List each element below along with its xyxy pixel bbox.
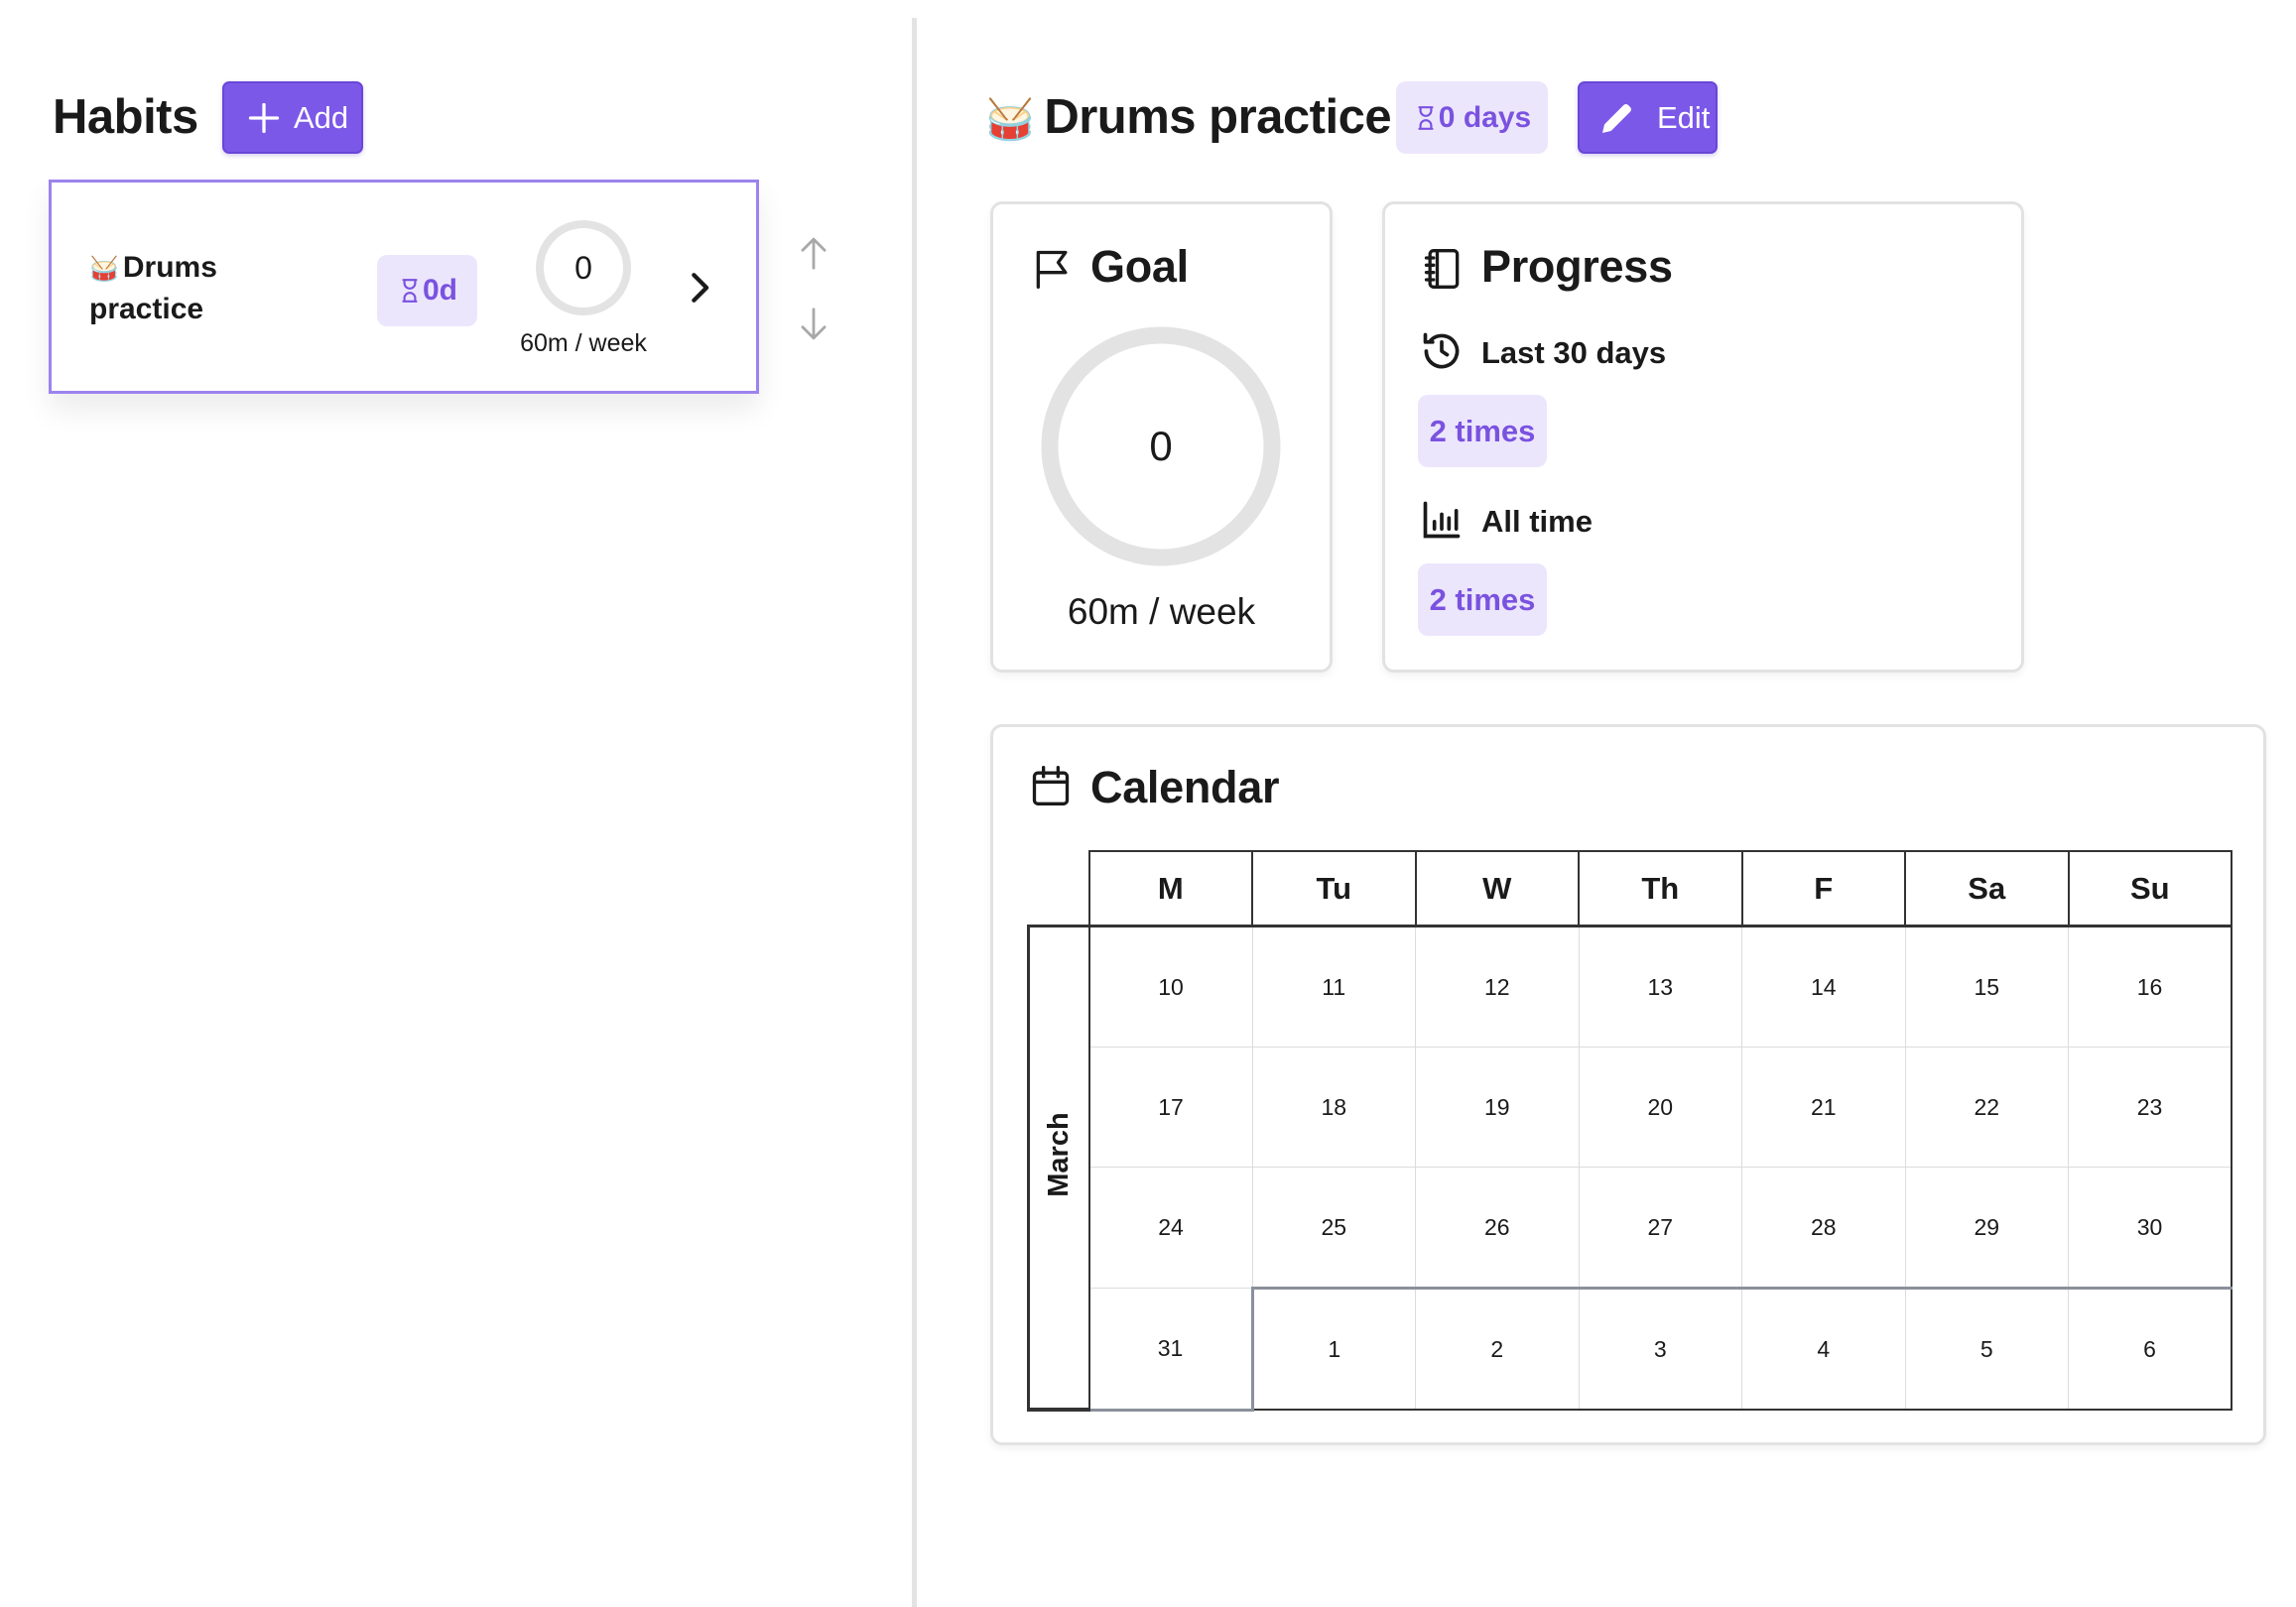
calendar-title: Calendar [1090,762,1280,812]
weekday-header: W [1414,850,1580,927]
weekday-header-row: M Tu W Th F Sa Su [1028,850,2232,927]
calendar-day[interactable]: 18 [1251,1047,1416,1168]
bar-chart-icon [1423,501,1461,539]
calendar-day[interactable]: 16 [2068,926,2232,1048]
calendar-day[interactable]: 14 [1741,926,1906,1048]
edit-habit-button[interactable]: Edit [1578,81,1718,154]
calendar-day[interactable]: 20 [1578,1047,1742,1168]
move-down-arrow-icon[interactable] [797,307,830,342]
calendar-day[interactable]: 28 [1741,1167,1906,1289]
calendar-grid: M Tu W Th F Sa Su March 10 11 12 13 14 1… [1027,850,2232,1412]
calendar-day-next-month[interactable]: 6 [2068,1287,2232,1411]
calendar-day[interactable]: 10 [1088,926,1253,1048]
calendar-day[interactable]: 15 [1904,926,2069,1048]
add-habit-button[interactable]: Add [222,81,363,154]
hourglass-icon [1418,105,1434,130]
calendar-day[interactable]: 24 [1088,1167,1253,1289]
weekday-header: Th [1578,850,1743,927]
calendar-day[interactable]: 25 [1251,1167,1416,1289]
notebook-icon [1424,249,1460,289]
move-up-arrow-icon[interactable] [797,235,830,271]
goal-title: Goal [1090,241,1189,292]
weekday-header: M [1087,850,1253,927]
calendar-day[interactable]: 19 [1415,1047,1580,1168]
calendar-day[interactable]: 27 [1578,1167,1742,1289]
goal-card: Goal 0 60m / week [990,201,1333,673]
calendar-day[interactable]: 22 [1904,1047,2069,1168]
hourglass-icon [402,279,418,303]
calendar-icon [1032,766,1070,805]
month-label-cell: March [1027,925,1090,1412]
calendar-day-next-month[interactable]: 5 [1904,1287,2069,1411]
habit-detail-title: 🥁 Drums practice [985,89,1392,148]
weekday-header: Tu [1251,850,1417,927]
habit-card-drums-practice[interactable]: 🥁 Drums practice 0d 0 60m / week [49,180,759,394]
all-time-badge: 2 times [1418,563,1547,636]
calendar-week-row: 31 1 2 3 4 5 6 [1029,1287,2232,1412]
calendar-day[interactable]: 31 [1088,1288,1253,1412]
calendar-day-next-month[interactable]: 3 [1578,1287,1742,1411]
calendar-day[interactable]: 13 [1578,926,1742,1048]
progress-title: Progress [1481,241,1673,292]
calendar-day[interactable]: 11 [1251,926,1416,1048]
calendar-week-row: March 10 11 12 13 14 15 16 [1027,925,2232,1412]
detail-streak-text: 0 days [1438,100,1532,134]
drum-emoji-icon: 🥁 [89,256,119,283]
habit-progress-value: 0 [574,249,592,286]
all-time-label: All time [1481,504,1593,539]
progress-card: Progress Last 30 days 2 times All time 2… [1382,201,2024,673]
calendar-day[interactable]: 29 [1904,1167,2069,1289]
calendar-corner [1028,851,1089,927]
month-label: March [1042,1111,1075,1197]
drum-emoji-icon: 🥁 [985,98,1035,142]
weekday-header: Sa [1904,850,2070,927]
pane-divider[interactable] [912,18,917,1607]
last-30-days-badge: 2 times [1418,395,1547,467]
add-habit-label: Add [294,99,349,135]
weekday-header: Su [2067,850,2232,927]
last-30-days-label: Last 30 days [1481,335,1667,370]
edit-habit-label: Edit [1657,99,1711,135]
chevron-right-icon[interactable] [683,268,716,308]
flag-icon [1036,250,1068,289]
habit-streak-badge: 0d [377,255,477,326]
calendar-day[interactable]: 30 [2068,1167,2232,1289]
habit-streak-text: 0d [422,274,457,307]
weekday-header: F [1740,850,1906,927]
habit-card-name: 🥁 Drums practice [89,248,248,329]
pencil-icon [1602,103,1631,133]
plus-icon [248,102,280,133]
calendar-week-row: 17 18 19 20 21 22 23 [1029,1047,2232,1168]
calendar-week-row: 24 25 26 27 28 29 30 [1029,1167,2232,1289]
history-icon [1423,332,1460,369]
calendar-day[interactable]: 21 [1741,1047,1906,1168]
calendar-day[interactable]: 26 [1415,1167,1580,1289]
calendar-card: Calendar M Tu W Th F Sa Su March 10 11 1… [990,724,2266,1445]
calendar-day[interactable]: 17 [1088,1047,1253,1168]
calendar-day-next-month[interactable]: 2 [1415,1287,1580,1411]
habit-goal-text: 60m / week [520,329,647,357]
habit-detail-title-text: Drums practice [1044,90,1392,144]
detail-streak-badge: 0 days [1396,81,1548,154]
calendar-day[interactable]: 12 [1415,926,1580,1048]
calendar-day-next-month[interactable]: 1 [1250,1287,1416,1411]
goal-text: 60m / week [1067,591,1256,632]
goal-progress-value: 0 [1149,423,1173,469]
habits-title: Habits [53,90,198,144]
calendar-day-next-month[interactable]: 4 [1741,1287,1906,1411]
calendar-day[interactable]: 23 [2068,1047,2232,1168]
